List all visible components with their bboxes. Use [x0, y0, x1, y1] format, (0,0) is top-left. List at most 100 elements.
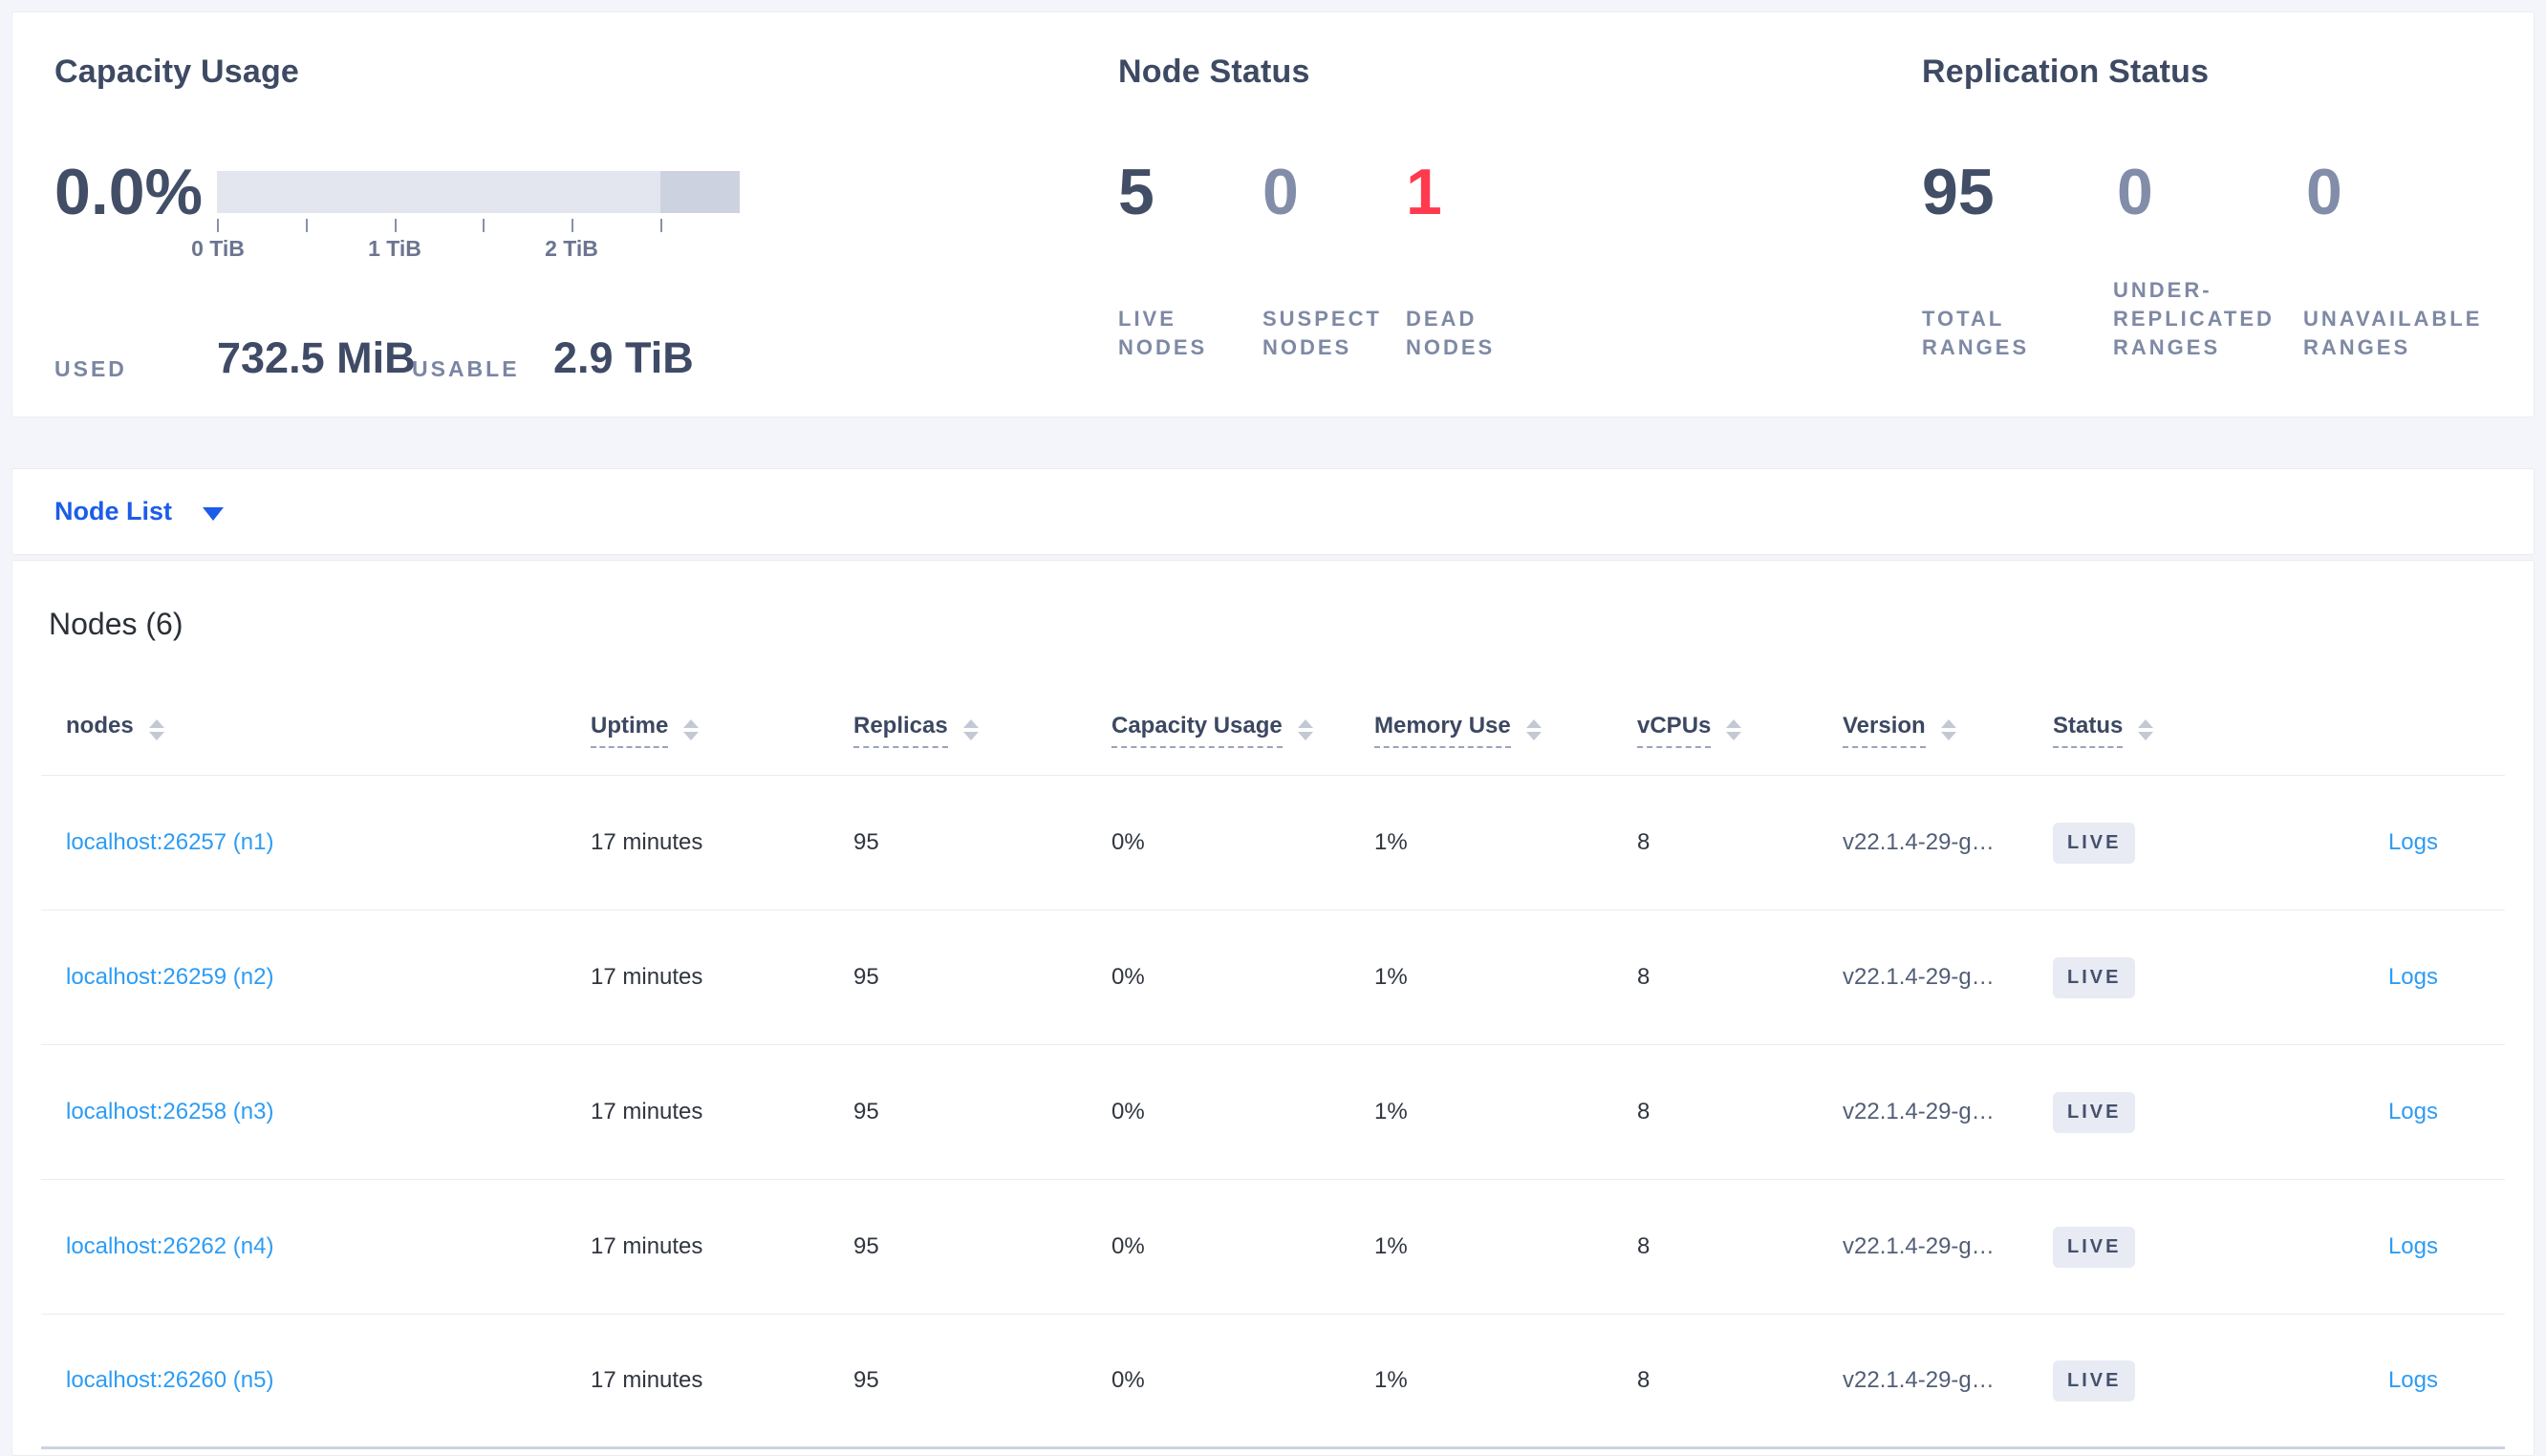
used-value: 732.5 MiB: [217, 333, 416, 382]
col-header-uptime[interactable]: Uptime: [591, 713, 853, 748]
logs-link[interactable]: Logs: [2388, 1233, 2438, 1259]
status-badge: LIVE: [2053, 1091, 2136, 1133]
table-row: localhost:26259 (n2) 17 minutes 95 0% 1% 8 v22…: [41, 910, 2505, 1045]
replicas-cell: 95: [853, 964, 879, 990]
node-cell: localhost:26260 (n5): [41, 1367, 591, 1394]
logs-cell: Logs: [2388, 964, 2505, 991]
capacity-cell: 0%: [1111, 1099, 1145, 1124]
col-header-label: Capacity Usage: [1111, 713, 1283, 748]
usable-label: USABLE: [412, 356, 520, 381]
capacity-cell: 0%: [1111, 1367, 1145, 1393]
capacity-bar-reserved-segment: [660, 171, 740, 213]
col-header-version[interactable]: Version: [1843, 713, 2053, 748]
logs-link[interactable]: Logs: [2388, 829, 2438, 855]
node-cell: localhost:26259 (n2): [41, 964, 591, 991]
vcpus-cell: 8: [1637, 829, 1651, 855]
axis-tick-label: 2 TiB: [545, 236, 598, 261]
capacity-bar-track: [217, 171, 740, 213]
nodes-panel: Nodes (6) nodes Uptime Replicas Capacity Us…: [11, 560, 2535, 1456]
logs-link[interactable]: Logs: [2388, 1367, 2438, 1393]
node-link[interactable]: localhost:26258 (n3): [66, 1099, 273, 1124]
version-cell: v22.1.4-29-g…: [1843, 1099, 1995, 1124]
col-header-label: nodes: [66, 712, 134, 739]
uptime-cell: 17 minutes: [591, 964, 703, 990]
version-cell: v22.1.4-29-g…: [1843, 1233, 1995, 1259]
sort-icon: [962, 719, 979, 740]
logs-cell: Logs: [2388, 1099, 2505, 1125]
col-header-label: Version: [1843, 713, 1926, 748]
node-status-title: Node Status: [1118, 54, 1310, 90]
replicas-cell: 95: [853, 1233, 879, 1259]
logs-cell: Logs: [2388, 829, 2505, 856]
col-header-label: vCPUs: [1637, 713, 1712, 748]
sort-icon: [2138, 719, 2154, 740]
vcpus-cell: 8: [1637, 964, 1651, 990]
capacity-usage-bar: 0 TiB 1 TiB 2 TiB: [191, 171, 740, 261]
capacity-percent: 0.0%: [54, 156, 203, 228]
status-badge: LIVE: [2053, 956, 2136, 998]
node-link[interactable]: localhost:26257 (n1): [66, 829, 273, 855]
col-header-label: Replicas: [853, 713, 948, 748]
axis-tick-label: 0 TiB: [191, 236, 245, 261]
vcpus-cell: 8: [1637, 1099, 1651, 1124]
col-header-label: Uptime: [591, 713, 669, 748]
uptime-cell: 17 minutes: [591, 1233, 703, 1259]
logs-cell: Logs: [2388, 1367, 2505, 1394]
memory-cell: 1%: [1374, 964, 1408, 990]
col-header-replicas[interactable]: Replicas: [853, 713, 1111, 748]
col-header-vcpus[interactable]: vCPUs: [1637, 713, 1843, 748]
unavailable-ranges-label: UNAVAILABLE RANGES: [2303, 307, 2483, 359]
sort-icon: [148, 719, 164, 740]
axis-tick: [660, 219, 662, 232]
memory-cell: 1%: [1374, 829, 1408, 855]
col-header-capacity[interactable]: Capacity Usage: [1111, 713, 1374, 748]
col-header-status[interactable]: Status: [2053, 713, 2320, 748]
unavailable-ranges-count: 0: [2306, 156, 2342, 228]
version-cell: v22.1.4-29-g…: [1843, 829, 1995, 855]
capacity-cell: 0%: [1111, 829, 1145, 855]
status-badge: LIVE: [2053, 1360, 2136, 1402]
table-row: localhost:26262 (n4) 17 minutes 95 0% 1% 8 v22…: [41, 1180, 2505, 1315]
memory-cell: 1%: [1374, 1099, 1408, 1124]
dead-nodes-label: DEAD NODES: [1406, 307, 1496, 359]
live-nodes-label: LIVE NODES: [1118, 307, 1208, 359]
status-cell: LIVE: [2053, 1226, 2320, 1268]
col-header-node[interactable]: nodes: [41, 713, 591, 748]
logs-link[interactable]: Logs: [2388, 964, 2438, 990]
uptime-cell: 17 minutes: [591, 1367, 703, 1393]
logs-cell: Logs: [2388, 1233, 2505, 1260]
logs-link[interactable]: Logs: [2388, 1099, 2438, 1124]
node-cell: localhost:26257 (n1): [41, 829, 591, 856]
cluster-summary-panel: Capacity Usage 0.0% 0 TiB 1 TiB 2 TiB US…: [11, 11, 2535, 418]
node-link[interactable]: localhost:26260 (n5): [66, 1367, 273, 1393]
status-cell: LIVE: [2053, 1360, 2320, 1402]
usable-value: 2.9 TiB: [553, 333, 694, 382]
sort-icon: [1940, 719, 1956, 740]
axis-tick-label: 1 TiB: [368, 236, 421, 261]
node-link[interactable]: localhost:26259 (n2): [66, 964, 273, 990]
memory-cell: 1%: [1374, 1233, 1408, 1259]
col-header-label: Status: [2053, 713, 2124, 748]
node-cell: localhost:26258 (n3): [41, 1099, 591, 1125]
vcpus-cell: 8: [1637, 1233, 1651, 1259]
dead-nodes-count: 1: [1406, 156, 1442, 228]
replicas-cell: 95: [853, 1099, 879, 1124]
sort-icon: [1726, 719, 1742, 740]
vcpus-cell: 8: [1637, 1367, 1651, 1393]
used-label: USED: [54, 356, 127, 381]
under-replicated-ranges-label: UNDER-REPLICATED RANGES: [2113, 278, 2275, 359]
suspect-nodes-label: SUSPECT NODES: [1262, 307, 1382, 359]
col-header-memory[interactable]: Memory Use: [1374, 713, 1637, 748]
memory-cell: 1%: [1374, 1367, 1408, 1393]
node-list-dropdown[interactable]: Node List: [54, 497, 225, 526]
table-row: localhost:26257 (n1) 17 minutes 95 0% 1% 8 v22…: [41, 776, 2505, 910]
axis-tick: [572, 219, 573, 232]
replicas-cell: 95: [853, 1367, 879, 1393]
nodes-section-title: Nodes (6): [49, 607, 183, 641]
sort-icon: [1525, 719, 1542, 740]
chevron-down-icon: [203, 506, 225, 521]
node-link[interactable]: localhost:26262 (n4): [66, 1233, 273, 1259]
node-list-dropdown-label: Node List: [54, 497, 173, 525]
axis-tick: [395, 219, 397, 232]
sort-icon: [683, 719, 700, 740]
